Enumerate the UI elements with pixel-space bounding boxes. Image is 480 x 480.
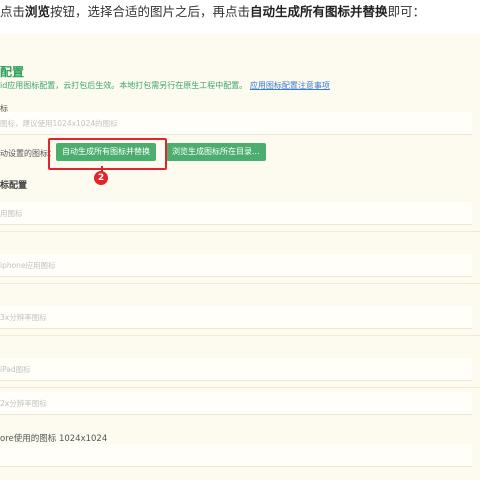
- instruction-part1: 点击: [0, 4, 26, 19]
- icon-input-5[interactable]: 2x分辨率图标: [0, 392, 472, 415]
- instruction-bold-browse: 浏览: [25, 4, 51, 19]
- section-description: id应用图标配置，云打包后生效。本地打包需另行在原生工程中配置。 应用图标配置注…: [0, 80, 330, 91]
- instruction-part3: 即可：: [387, 4, 426, 19]
- icon-input-1[interactable]: 用图标: [0, 202, 472, 225]
- icon-path-input[interactable]: 图标，建议使用1024x1024的图标: [0, 112, 472, 135]
- instruction-text: 点击浏览按钮，选择合适的图片之后，再点击自动生成所有图标并替换即可：: [0, 3, 480, 21]
- instruction-part2: 按钮，选择合适的图片之后，再点击: [50, 4, 251, 19]
- divider: [0, 231, 480, 232]
- step-number-badge: 2: [94, 171, 108, 185]
- store-icon-input[interactable]: [0, 444, 472, 467]
- browse-icon-dir-button[interactable]: 浏览生成图标所在目录...: [166, 143, 266, 161]
- instruction-bold-generate: 自动生成所有图标并替换: [250, 4, 388, 19]
- icon-input-4[interactable]: iPad图标: [0, 358, 472, 381]
- description-text: id应用图标配置，云打包后生效。本地打包需另行在原生工程中配置。: [0, 81, 248, 90]
- divider: [0, 387, 480, 388]
- icon-placeholder-1: 用图标: [0, 209, 23, 218]
- section-title: 配置: [0, 65, 25, 79]
- icon-input-2[interactable]: iphone应用图标: [0, 254, 472, 277]
- store-icon-label: ore使用的图标 1024x1024: [0, 434, 108, 444]
- icon-placeholder-2: iphone应用图标: [0, 261, 56, 270]
- config-notes-link[interactable]: 应用图标配置注意事项: [250, 81, 330, 90]
- icon-placeholder-3: 3x分辨率图标: [0, 313, 47, 322]
- subsection-title: 标配置: [0, 181, 28, 191]
- icon-path-placeholder: 图标，建议使用1024x1024的图标: [0, 119, 118, 128]
- divider: [0, 335, 480, 336]
- icon-input-3[interactable]: 3x分辨率图标: [0, 306, 472, 329]
- icon-placeholder-5: 2x分辨率图标: [0, 399, 47, 408]
- highlight-box: [48, 138, 167, 170]
- divider: [0, 283, 480, 284]
- icon-placeholder-4: iPad图标: [0, 365, 31, 374]
